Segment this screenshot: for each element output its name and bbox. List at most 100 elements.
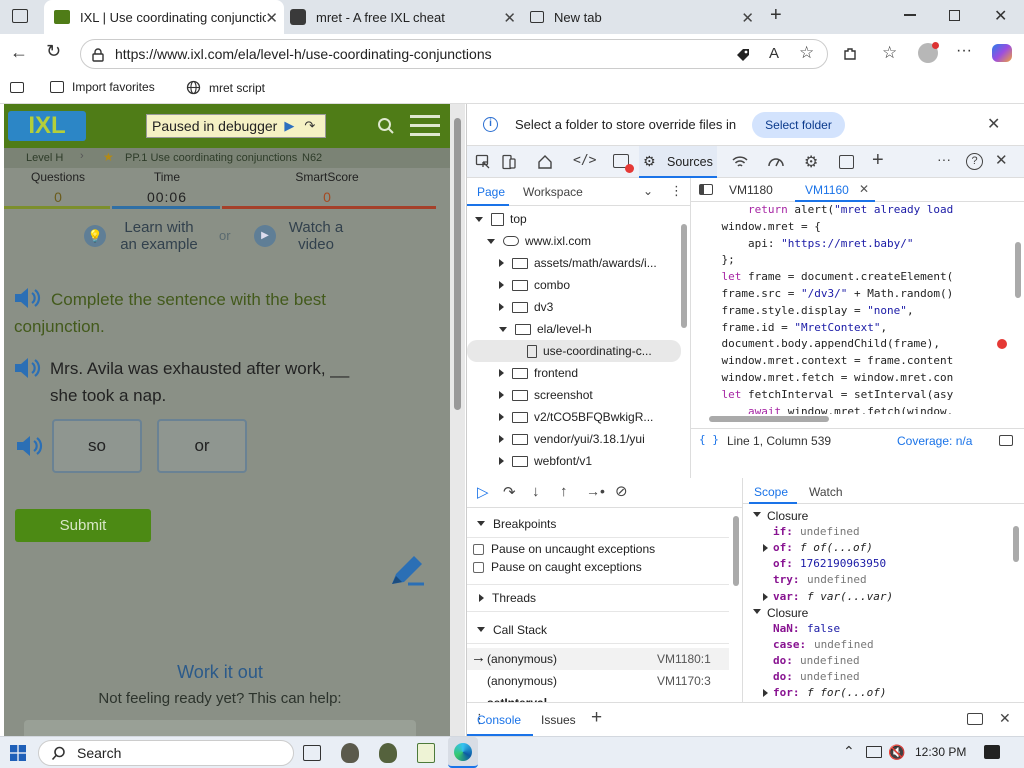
app-icon-2[interactable] bbox=[379, 743, 397, 763]
ixl-logo[interactable]: IXL bbox=[8, 111, 86, 141]
close-tab-icon[interactable]: ✕ bbox=[741, 9, 754, 27]
callstack-frame[interactable]: setInterval bbox=[467, 692, 729, 702]
copilot-icon[interactable] bbox=[992, 44, 1012, 62]
tree-item[interactable]: screenshot bbox=[467, 384, 681, 406]
notepad-icon[interactable] bbox=[417, 743, 435, 763]
extensions-icon[interactable] bbox=[842, 46, 858, 62]
tag-icon[interactable] bbox=[735, 47, 751, 63]
task-view-icon[interactable] bbox=[303, 745, 321, 761]
scope-variable[interactable]: try: undefined bbox=[743, 572, 1011, 588]
performance-icon[interactable] bbox=[767, 154, 785, 170]
speaker-icon[interactable] bbox=[13, 356, 43, 380]
breadcrumb-level[interactable]: Level H bbox=[26, 152, 63, 164]
step-out-icon[interactable]: ↑ bbox=[560, 483, 568, 500]
code-line[interactable]: let frame = document.createElement( bbox=[695, 269, 1017, 286]
speaker-icon[interactable] bbox=[15, 434, 45, 458]
inspect-icon[interactable] bbox=[475, 154, 491, 170]
close-infobar-icon[interactable]: ✕ bbox=[987, 114, 1000, 134]
toggle-debugger-icon[interactable] bbox=[999, 435, 1013, 446]
application-icon[interactable] bbox=[839, 155, 854, 169]
tab-page[interactable]: Page bbox=[467, 178, 509, 206]
step-over-icon[interactable]: ↷ bbox=[503, 483, 516, 501]
code-line[interactable]: window.mret = { bbox=[695, 219, 1017, 236]
watch-video-button[interactable]: ▶ Watch a video bbox=[254, 219, 348, 253]
code-line[interactable]: api: "https://mret.baby/" bbox=[695, 236, 1017, 253]
scope-variable[interactable]: do: undefined bbox=[743, 653, 1011, 669]
tab-watch[interactable]: Watch bbox=[809, 485, 843, 499]
scope-variable[interactable]: NaN: false bbox=[743, 621, 1011, 637]
coverage-link[interactable]: Coverage: n/a bbox=[897, 434, 972, 448]
scope-variable[interactable]: case: undefined bbox=[743, 637, 1011, 653]
new-tab-button[interactable]: + bbox=[770, 4, 782, 27]
code-line[interactable]: frame.src = "/dv3/" + Math.random() bbox=[695, 286, 1017, 303]
close-file-tab-icon[interactable]: ✕ bbox=[859, 182, 869, 196]
tree-item[interactable]: combo bbox=[467, 274, 681, 296]
app-icon-1[interactable] bbox=[341, 743, 359, 763]
pencil-icon[interactable] bbox=[386, 554, 426, 592]
code-vscrollbar[interactable] bbox=[1013, 206, 1023, 402]
step-into-icon[interactable]: ↓ bbox=[532, 483, 540, 500]
close-tab-icon[interactable]: ✕ bbox=[265, 9, 278, 27]
tree-item[interactable]: v2/tCO5BFQBwkigR... bbox=[467, 406, 681, 428]
scope-variable[interactable]: for: f for(...of) bbox=[743, 685, 1011, 701]
sidebar-toggle-icon[interactable] bbox=[10, 82, 24, 93]
tree-item[interactable]: webfont/v1 bbox=[467, 450, 681, 472]
threads-section[interactable]: Threads bbox=[467, 584, 729, 612]
step-over-icon[interactable]: ↷ bbox=[304, 118, 315, 134]
navigator-menu-icon[interactable]: ⋮ bbox=[670, 183, 683, 199]
device-toolbar-icon[interactable] bbox=[501, 154, 517, 170]
taskbar-search-box[interactable]: Search bbox=[38, 740, 294, 766]
favorite-star-icon[interactable]: ☆ bbox=[799, 43, 814, 63]
search-icon[interactable] bbox=[377, 117, 395, 135]
tab-mret[interactable]: mret - A free IXL cheat ✕ bbox=[290, 0, 522, 34]
callstack-frame[interactable]: (anonymous) VM1170:3 bbox=[467, 670, 729, 692]
pause-caught-checkbox[interactable]: Pause on caught exceptions bbox=[473, 560, 642, 574]
scope-variable[interactable]: of: f of(...of) bbox=[743, 540, 1011, 556]
answer-choice-or[interactable]: or bbox=[157, 419, 247, 473]
read-aloud-icon[interactable]: A bbox=[769, 45, 779, 62]
profile-avatar[interactable] bbox=[918, 42, 939, 63]
code-line[interactable]: document.body.appendChild(frame), bbox=[695, 336, 1017, 353]
clock[interactable]: 12:30 PM bbox=[915, 745, 966, 759]
elements-icon[interactable]: </> bbox=[573, 153, 596, 168]
menu-icon[interactable] bbox=[410, 115, 440, 136]
select-folder-button[interactable]: Select folder bbox=[752, 112, 845, 138]
scope-variable[interactable]: of: 1762190963950 bbox=[743, 556, 1011, 572]
console-icon[interactable] bbox=[613, 154, 634, 173]
breakpoints-section[interactable]: Breakpoints bbox=[467, 510, 729, 538]
tab-ixl[interactable]: IXL | Use coordinating conjunctio ✕ bbox=[44, 0, 284, 34]
more-tabs-icon[interactable]: + bbox=[872, 149, 884, 172]
tab-actions-icon[interactable] bbox=[12, 9, 28, 23]
network-wifi-icon[interactable] bbox=[731, 154, 749, 170]
scope-variable[interactable]: do: undefined bbox=[743, 669, 1011, 685]
code-line[interactable]: let fetchInterval = setInterval(asy bbox=[695, 387, 1017, 404]
tree-item[interactable]: frontend bbox=[467, 362, 681, 384]
file-tab-vm1160[interactable]: VM1160 ✕ bbox=[795, 178, 875, 202]
code-line[interactable]: frame.id = "MretContext", bbox=[695, 320, 1017, 337]
minimize-button[interactable] bbox=[904, 14, 916, 16]
tree-item[interactable]: dv3 bbox=[467, 296, 681, 318]
code-line[interactable]: await window.mret.fetch(window. bbox=[695, 404, 1017, 414]
code-line[interactable]: }; bbox=[695, 252, 1017, 269]
import-favorites-link[interactable]: Import favorites bbox=[50, 80, 155, 94]
file-tab-vm1180[interactable]: VM1180 bbox=[729, 183, 773, 197]
tree-item[interactable]: use-coordinating-c... bbox=[467, 340, 681, 362]
notification-icon[interactable] bbox=[984, 745, 1000, 759]
edge-taskbar-button[interactable] bbox=[448, 737, 478, 768]
favorites-icon[interactable]: ☆ bbox=[882, 43, 897, 63]
code-line[interactable]: return alert("mret already load bbox=[695, 202, 1017, 219]
help-icon[interactable]: ? bbox=[966, 153, 983, 170]
settings-menu-icon[interactable]: ··· bbox=[956, 42, 972, 60]
debugger-scrollbar[interactable] bbox=[731, 510, 741, 700]
windows-start-icon[interactable] bbox=[10, 745, 26, 761]
dock-drawer-icon[interactable] bbox=[967, 713, 983, 725]
welcome-home-icon[interactable] bbox=[537, 154, 553, 170]
callstack-frame[interactable]: → (anonymous) VM1180:1 bbox=[467, 648, 729, 670]
code-hscrollbar[interactable] bbox=[699, 414, 1017, 424]
submit-button[interactable]: Submit bbox=[15, 509, 151, 542]
scope-variable[interactable]: var: f var(...var) bbox=[743, 589, 1011, 605]
back-button[interactable]: ← bbox=[10, 42, 28, 63]
resume-icon[interactable]: ▶ bbox=[284, 118, 294, 134]
tab-sources[interactable]: ⚙ Sources bbox=[639, 146, 717, 178]
tree-item[interactable]: top bbox=[467, 208, 681, 230]
